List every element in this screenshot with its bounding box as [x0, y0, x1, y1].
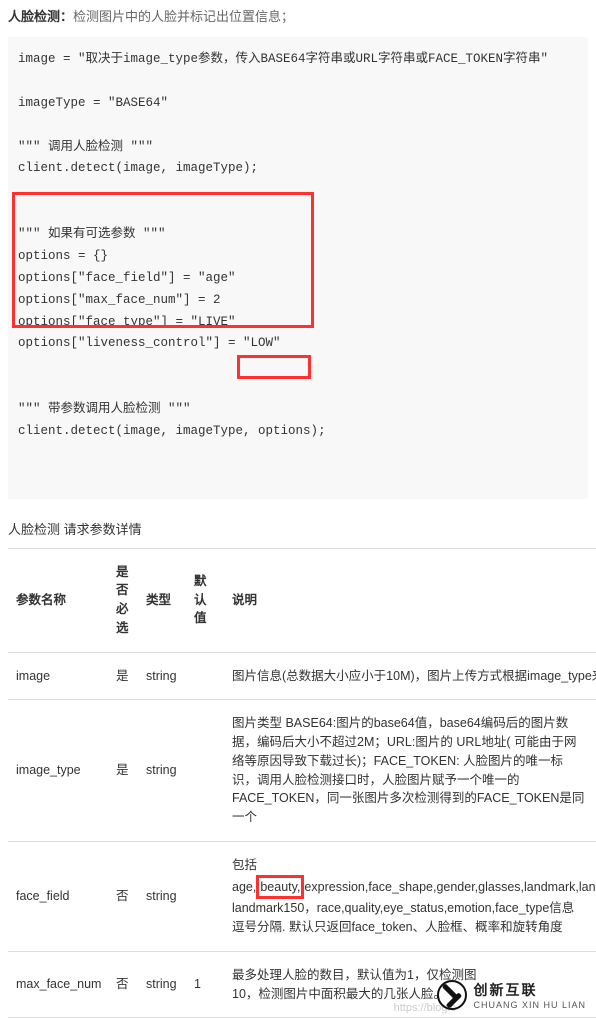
code-line: """ 带参数调用人脸检测 """: [18, 402, 191, 416]
cell-type: string: [138, 841, 186, 951]
code-line: """ 调用人脸检测 """: [18, 140, 153, 154]
col-type: 类型: [138, 548, 186, 652]
cell-desc: 包括 age,beauty,expression,face_shape,gend…: [224, 841, 596, 951]
col-required: 是否必选: [108, 548, 138, 652]
code-options-arg: options): [258, 424, 318, 438]
code-line: """ 如果有可选参数 """: [18, 227, 166, 241]
table-row: image 是 string 图片信息(总数据大小应小于10M)，图片上传方式根…: [8, 652, 596, 700]
cell-desc: 图片信息(总数据大小应小于10M)，图片上传方式根据image_type来判: [224, 652, 596, 700]
code-line: options["face_type"] = "LIVE": [18, 315, 236, 329]
cell-def: [186, 700, 224, 842]
table-row: image_type 是 string 图片类型 BASE64:图片的base6…: [8, 700, 596, 842]
watermark-cn: 创新互联: [473, 980, 586, 1000]
cell-name: max_face_num: [8, 951, 108, 1018]
cell-req: 是: [108, 700, 138, 842]
watermark-logo-icon: [437, 980, 467, 1010]
col-desc: 说明: [224, 548, 596, 652]
watermark-en: CHUANG XIN HU LIAN: [473, 1000, 586, 1010]
watermark-logo-block: 创新互联 CHUANG XIN HU LIAN: [437, 980, 586, 1010]
cell-name: face_field: [8, 841, 108, 951]
cell-type: string: [138, 652, 186, 700]
params-table: 参数名称 是否必选 类型 默认值 说明 image 是 string 图片信息(…: [8, 548, 596, 1018]
desc-part: 逗号分隔. 默认只返回face_token、人脸框、概率和旋转角度: [232, 920, 563, 934]
cell-type: string: [138, 951, 186, 1018]
code-example-block: image = "取决于image_type参数，传入BASE64字符串或URL…: [8, 37, 588, 499]
col-name: 参数名称: [8, 548, 108, 652]
code-line-pre: client.detect(image, imageType,: [18, 424, 258, 438]
code-line: imageType = "BASE64": [18, 96, 168, 110]
col-default: 默认值: [186, 548, 224, 652]
cell-def: 1: [186, 951, 224, 1018]
highlight-box-options-arg: [237, 355, 311, 379]
cell-def: [186, 841, 224, 951]
cell-req: 是: [108, 652, 138, 700]
cell-req: 否: [108, 841, 138, 951]
cell-name: image_type: [8, 700, 108, 842]
header-desc: 检测图片中的人脸并标记出位置信息；: [73, 9, 294, 24]
desc-part: age,: [232, 880, 256, 894]
highlight-beauty: beauty,: [256, 875, 304, 900]
table-row: face_field 否 string 包括 age,beauty,expres…: [8, 841, 596, 951]
desc-part: 10，检测图片中面积最大的几张人脸。: [232, 987, 446, 1001]
desc-pre: 包括: [232, 858, 257, 872]
cell-desc: 图片类型 BASE64:图片的base64值，base64编码后的图片数据，编码…: [224, 700, 596, 842]
cell-req: 否: [108, 951, 138, 1018]
code-line: options["liveness_control"] = "LOW": [18, 336, 281, 350]
page-header: 人脸检测：检测图片中的人脸并标记出位置信息；: [0, 0, 596, 31]
cell-name: image: [8, 652, 108, 700]
header-title: 人脸检测：: [8, 9, 73, 24]
desc-part: expression,face_shape,gender,glasses,lan…: [304, 880, 595, 894]
code-line: client.detect(image, imageType);: [18, 161, 258, 175]
desc-part: landmark150，race,quality,eye_status,emot…: [232, 901, 574, 915]
code-line: options = {}: [18, 249, 108, 263]
code-line: options["max_face_num"] = 2: [18, 293, 221, 307]
cell-def: [186, 652, 224, 700]
table-header-row: 参数名称 是否必选 类型 默认值 说明: [8, 548, 596, 652]
code-line-post: ;: [318, 424, 326, 438]
code-line: options["face_field"] = "age": [18, 271, 236, 285]
cell-type: string: [138, 700, 186, 842]
code-line: image = "取决于image_type参数，传入BASE64字符串或URL…: [18, 52, 548, 66]
params-section-title: 人脸检测 请求参数详情: [0, 511, 596, 548]
